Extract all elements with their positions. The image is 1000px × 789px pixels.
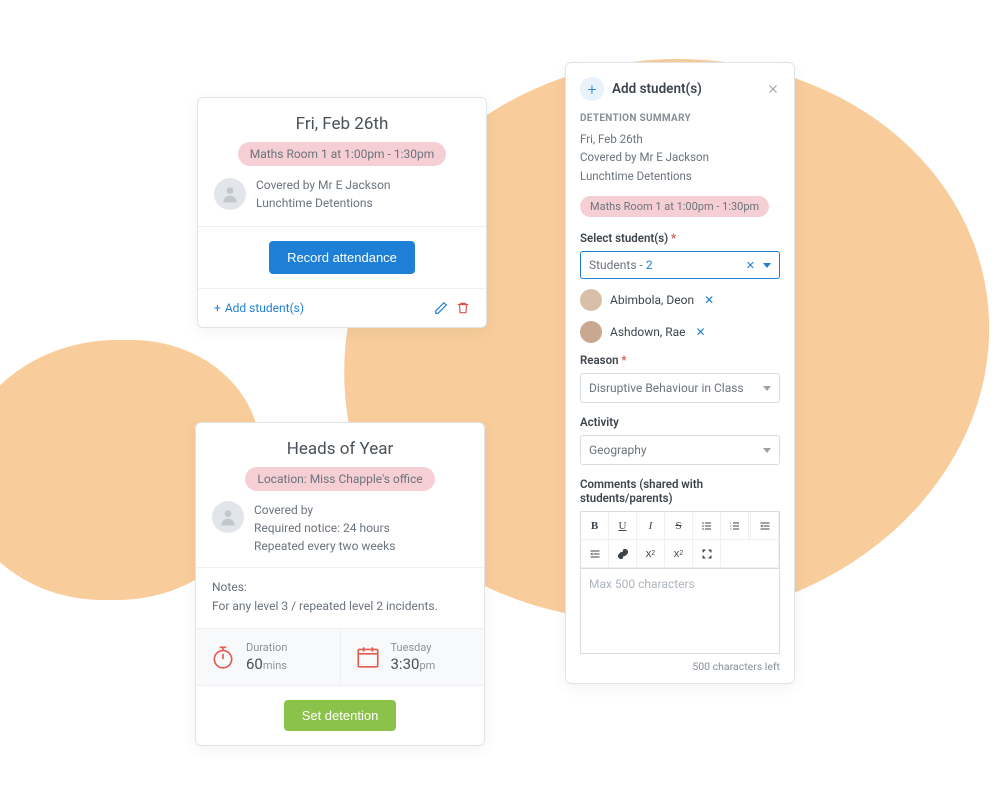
covered-by-text: Covered by <box>254 501 395 519</box>
summary-date: Fri, Feb 26th <box>580 130 780 148</box>
avatar-placeholder <box>212 501 244 533</box>
repeat-text: Repeated every two weeks <box>254 537 395 555</box>
selected-student-row: Ashdown, Rae ✕ <box>580 321 780 343</box>
duration-unit: mins <box>263 659 287 672</box>
reason-label: Reason * <box>580 353 780 367</box>
required-indicator: * <box>671 231 676 245</box>
summary-location-pill: Maths Room 1 at 1:00pm - 1:30pm <box>580 196 769 217</box>
day-label: Tuesday <box>391 641 436 654</box>
activity-label: Activity <box>580 415 780 429</box>
stopwatch-icon <box>210 644 236 670</box>
add-student-link[interactable]: + Add student(s) <box>214 301 304 315</box>
superscript-button[interactable]: x2 <box>665 540 693 568</box>
reason-value: Disruptive Behaviour in Class <box>589 381 744 395</box>
activity-value: Geography <box>589 443 647 457</box>
duration-cell: Duration 60mins <box>196 629 340 685</box>
required-notice-text: Required notice: 24 hours <box>254 519 395 537</box>
outdent-button[interactable] <box>751 512 779 540</box>
bullet-list-button[interactable] <box>693 512 721 540</box>
detention-type-text: Lunchtime Detentions <box>256 194 391 212</box>
remove-student-icon[interactable]: ✕ <box>696 325 706 339</box>
detention-session-card: Fri, Feb 26th Maths Room 1 at 1:00pm - 1… <box>197 97 487 328</box>
italic-button[interactable]: I <box>637 512 665 540</box>
reason-select[interactable]: Disruptive Behaviour in Class <box>580 373 780 403</box>
summary-heading: DETENTION SUMMARY <box>580 113 780 124</box>
student-avatar <box>580 321 602 343</box>
subscript-button[interactable]: x2 <box>637 540 665 568</box>
day-value: 3:30 <box>391 655 420 673</box>
close-icon[interactable] <box>766 82 780 96</box>
day-cell: Tuesday 3:30pm <box>340 629 485 685</box>
set-detention-button[interactable]: Set detention <box>284 700 397 731</box>
char-counter: 500 characters left <box>580 660 780 673</box>
strikethrough-button[interactable]: S <box>665 512 693 540</box>
editor-toolbar: B U I S 123 x2 x2 <box>580 511 780 568</box>
students-select[interactable]: Students - 2 ✕ <box>580 251 780 279</box>
indent-button[interactable] <box>581 540 609 568</box>
location-pill: Location: Miss Chapple's office <box>245 467 434 491</box>
activity-select[interactable]: Geography <box>580 435 780 465</box>
duration-label: Duration <box>246 641 287 654</box>
detention-type-title: Heads of Year <box>212 439 468 459</box>
notes-text: For any level 3 / repeated level 2 incid… <box>212 597 468 616</box>
remove-student-icon[interactable]: ✕ <box>704 293 714 307</box>
fullscreen-button[interactable] <box>693 540 721 568</box>
chevron-down-icon <box>763 263 771 268</box>
panel-title: Add student(s) <box>612 81 702 97</box>
required-indicator: * <box>621 353 626 367</box>
selected-student-row: Abimbola, Deon ✕ <box>580 289 780 311</box>
comments-editor[interactable]: Max 500 characters <box>580 568 780 654</box>
covered-by-text: Covered by Mr E Jackson <box>256 176 391 194</box>
session-date-title: Fri, Feb 26th <box>214 114 470 134</box>
add-student-label: Add student(s) <box>225 301 304 315</box>
student-avatar <box>580 289 602 311</box>
avatar-placeholder <box>214 178 246 210</box>
plus-icon: + <box>214 301 221 315</box>
link-button[interactable] <box>609 540 637 568</box>
chevron-down-icon <box>763 448 771 453</box>
add-student-panel: + Add student(s) DETENTION SUMMARY Fri, … <box>565 62 795 684</box>
svg-text:3: 3 <box>730 527 732 531</box>
toolbar-spacer <box>721 540 779 568</box>
edit-icon[interactable] <box>434 301 448 315</box>
plus-circle-icon: + <box>580 77 604 101</box>
detention-type-card: Heads of Year Location: Miss Chapple's o… <box>195 422 485 746</box>
underline-button[interactable]: U <box>609 512 637 540</box>
notes-label: Notes: <box>212 578 468 597</box>
summary-covered-by: Covered by Mr E Jackson <box>580 148 780 166</box>
comments-label: Comments (shared with students/parents) <box>580 477 780 505</box>
student-name: Ashdown, Rae <box>610 325 686 339</box>
duration-value: 60 <box>246 655 263 673</box>
delete-icon[interactable] <box>456 301 470 315</box>
location-pill: Maths Room 1 at 1:00pm - 1:30pm <box>238 142 447 166</box>
day-unit: pm <box>419 659 435 672</box>
number-list-button[interactable]: 123 <box>721 512 749 540</box>
clear-select-icon[interactable]: ✕ <box>746 259 755 272</box>
select-students-label: Select student(s) * <box>580 231 780 245</box>
calendar-icon <box>355 644 381 670</box>
bold-button[interactable]: B <box>581 512 609 540</box>
chevron-down-icon <box>763 386 771 391</box>
record-attendance-button[interactable]: Record attendance <box>269 241 415 274</box>
summary-type: Lunchtime Detentions <box>580 167 780 185</box>
student-name: Abimbola, Deon <box>610 293 694 307</box>
